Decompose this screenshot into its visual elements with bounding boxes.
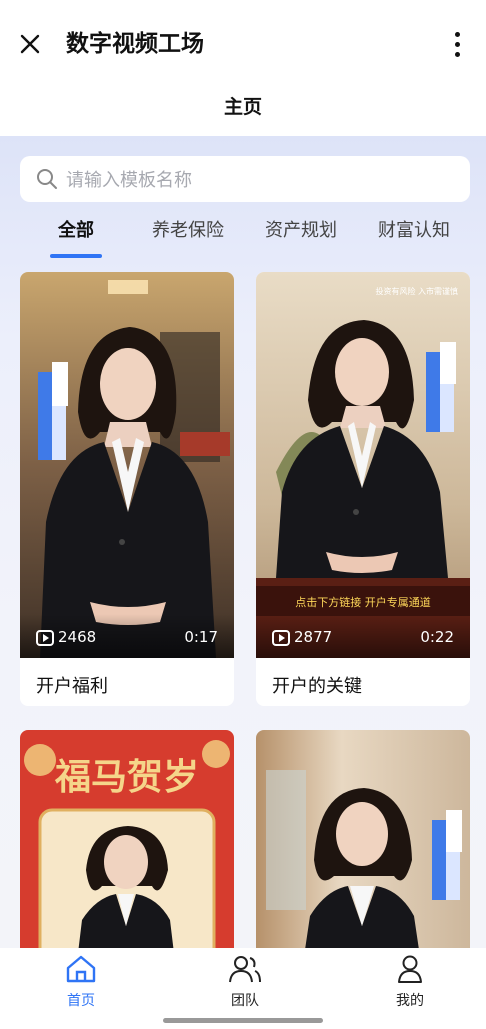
nav-home-label: 首页 [67, 993, 95, 1009]
view-count: 2468 [58, 628, 97, 646]
video-card[interactable]: 点击下方链接 开户专属通道 投资有风险 入市需谨慎 2877 0:22 开户的关… [256, 272, 470, 706]
bottom-navigation: 首页 团队 我的 [0, 948, 486, 1029]
risk-disclaimer: 投资有风险 入市需谨慎 [375, 287, 458, 296]
home-icon [66, 955, 96, 983]
video-card[interactable]: 福马贺岁 [20, 730, 234, 948]
main-content: 请输入模板名称 全部 养老保险 资产规划 财富认知 2468 0:17 开户福利… [0, 136, 486, 948]
video-duration: 0:22 [420, 628, 454, 646]
team-icon [229, 956, 261, 983]
page-title: 主页 [223, 96, 262, 118]
video-card[interactable]: 2468 0:17 开户福利 [20, 272, 234, 706]
video-card[interactable] [256, 730, 470, 948]
video-title: 开户的关键 [272, 676, 362, 697]
close-icon [20, 34, 40, 54]
nav-profile[interactable]: 我的 [370, 954, 450, 1010]
profile-icon [398, 955, 422, 983]
search-icon [37, 169, 57, 189]
tab-asset-planning[interactable]: 资产规划 [265, 216, 337, 242]
system-home-indicator [163, 1018, 323, 1023]
more-dot [454, 41, 460, 47]
close-button[interactable] [14, 28, 46, 60]
tab-wealth-knowledge[interactable]: 财富认知 [378, 216, 450, 242]
active-tab-indicator [50, 254, 102, 258]
search-bar[interactable]: 请输入模板名称 [20, 156, 470, 202]
category-tabs: 全部 养老保险 资产规划 财富认知 [20, 216, 486, 262]
video-thumbnail [20, 272, 234, 658]
play-count-icon [36, 630, 54, 646]
promo-banner: 点击下方链接 开户专属通道 [295, 596, 431, 609]
nav-home[interactable]: 首页 [41, 954, 121, 1010]
tab-all[interactable]: 全部 [58, 216, 94, 242]
greeting-title: 福马贺岁 [54, 756, 199, 798]
nav-profile-label: 我的 [396, 993, 424, 1009]
video-title: 开户福利 [36, 676, 108, 697]
video-thumbnail [256, 730, 470, 948]
view-count: 2877 [294, 628, 333, 646]
more-dot [454, 31, 460, 37]
app-title: 数字视频工场 [66, 31, 204, 57]
play-count-icon [272, 630, 290, 646]
search-input[interactable]: 请输入模板名称 [66, 166, 192, 192]
app-bar: 数字视频工场 [0, 0, 486, 86]
more-dot [454, 51, 460, 57]
nav-team-label: 团队 [231, 993, 259, 1009]
tab-pension[interactable]: 养老保险 [152, 216, 224, 242]
more-options-button[interactable] [442, 26, 472, 62]
video-duration: 0:17 [184, 628, 218, 646]
nav-team[interactable]: 团队 [205, 954, 285, 1010]
